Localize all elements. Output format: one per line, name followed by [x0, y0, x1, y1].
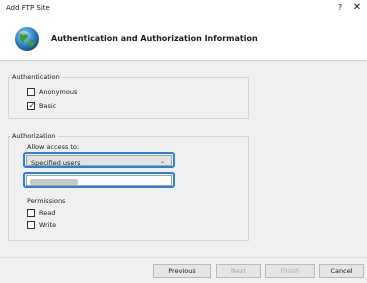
- basic-checkbox[interactable]: ✓: [27, 101, 36, 110]
- authentication-group: [8, 77, 249, 119]
- anonymous-checkbox-row[interactable]: Anonymous: [27, 88, 107, 97]
- basic-label: Basic: [39, 102, 57, 110]
- wizard-header: Authentication and Authorization Informa…: [0, 17, 367, 61]
- authentication-group-label: Authentication: [10, 73, 62, 81]
- allow-access-selected-value: Specified users: [31, 159, 81, 167]
- checkmark-icon: ✓: [28, 101, 36, 110]
- chevron-down-icon: ⌄: [159, 158, 165, 165]
- read-checkbox[interactable]: [27, 209, 35, 217]
- allow-access-dropdown[interactable]: Specified users ⌄: [26, 155, 172, 167]
- globe-icon: [15, 27, 39, 51]
- help-button[interactable]: ?: [333, 1, 347, 15]
- permissions-label: Permissions: [27, 197, 66, 205]
- page-title: Authentication and Authorization Informa…: [51, 34, 258, 43]
- footer-divider: [0, 257, 367, 258]
- write-label: Write: [39, 221, 57, 229]
- basic-checkbox-row[interactable]: ✓ Basic: [27, 101, 107, 111]
- write-checkbox-row[interactable]: Write: [27, 221, 87, 230]
- previous-button[interactable]: Previous: [153, 264, 211, 278]
- finish-button[interactable]: Finish: [265, 264, 315, 278]
- anonymous-checkbox[interactable]: [27, 88, 35, 96]
- authorization-group-label: Authorization: [10, 132, 58, 140]
- anonymous-label: Anonymous: [39, 88, 78, 96]
- read-label: Read: [39, 209, 56, 217]
- cancel-button[interactable]: Cancel: [319, 264, 364, 278]
- users-input[interactable]: [26, 175, 172, 186]
- read-checkbox-row[interactable]: Read: [27, 209, 87, 218]
- write-checkbox[interactable]: [27, 221, 35, 229]
- title-bar: Add FTP Site ? ✕: [0, 0, 367, 17]
- add-ftp-site-dialog: Add FTP Site ? ✕ Authentication and Auth…: [0, 0, 367, 283]
- window-title: Add FTP Site: [6, 4, 50, 12]
- next-button[interactable]: Next: [216, 264, 261, 278]
- redacted-user-names: [30, 179, 78, 185]
- allow-access-label: Allow access to:: [27, 143, 80, 151]
- close-button[interactable]: ✕: [350, 1, 364, 15]
